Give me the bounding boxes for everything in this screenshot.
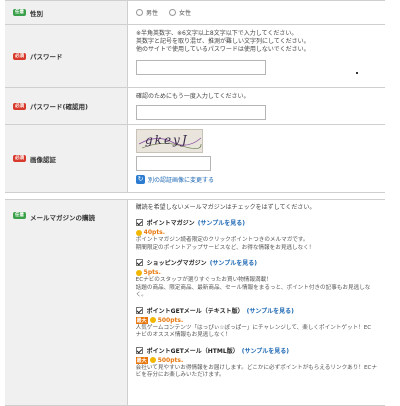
mailmag-checkbox[interactable]	[135, 219, 143, 226]
mailmag-value-cell: 購読を希望しないメールマガジンはチェックをはずしてください。 ポイントマガジン …	[128, 200, 385, 405]
password-row: 必須 パスワード ※半角英数字、※6文字以上8文字以下で入力してください。 英数…	[5, 25, 385, 88]
gender-row: 任意 性別 男性 女性	[5, 1, 385, 25]
refresh-icon[interactable]: ↻	[136, 175, 145, 184]
password-confirm-value-cell: 確認のためにもう一度入力してください。	[128, 88, 385, 124]
password-confirm-note: 確認のためにもう一度入力してください。	[136, 93, 250, 100]
sample-link[interactable]: (サンプルを見る)	[247, 306, 294, 315]
password-label-cell: 必須 パスワード	[5, 25, 128, 87]
gender-radio-male[interactable]: 男性	[136, 8, 158, 17]
stray-dot	[356, 72, 358, 74]
gender-radio-female[interactable]: 女性	[169, 8, 191, 17]
password-confirm-label-cell: 必須 パスワード(確認用)	[5, 88, 128, 124]
mailmag-item-head: ショッピングマガジン (サンプルを見る)	[135, 258, 377, 267]
captcha-image: gkeyJ	[136, 129, 203, 153]
coin-icon	[149, 317, 156, 323]
password-value-cell: ※半角英数字、※6文字以上8文字以下で入力してください。 英数字と記号を取り混ぜ…	[128, 25, 385, 87]
coin-icon	[149, 357, 156, 363]
max-badge: 最大	[135, 356, 148, 364]
password-note: ※半角英数字、※6文字以上8文字以下で入力してください。	[136, 30, 298, 37]
mailmag-item-title: ポイントマガジン	[146, 220, 195, 227]
points-value: 500pts.	[157, 356, 184, 364]
password-note: 英数字と記号を取り混ぜ、推測が難しい文字列にしてください。	[136, 38, 310, 45]
mailmag-item-head: ポイントマガジン (サンプルを見る)	[135, 218, 377, 227]
mailmag-item-desc: 期間限定のポイントアップサービスなど、お得な情報をお見逃しなく！	[135, 244, 315, 251]
optional-badge: 任意	[13, 212, 26, 219]
mailmag-item-title: ポイントGETメール（HTML版）	[146, 347, 239, 355]
mailmag-item-desc: 人気ゲームコンテンツ「はっぴぃ☆ぽっぱー」にチャレンジして、楽しくポイントゲット…	[135, 324, 372, 331]
mailmag-label-cell: 任意 メールマガジンの購読	[5, 200, 128, 405]
points-value: 500pts.	[157, 316, 184, 324]
optional-badge: 任意	[13, 9, 26, 16]
mailmag-item-desc: 会社いて見やすいお得情報をお届けします。どこかに必ずポイントがもらえるリンクあり…	[135, 364, 377, 371]
captcha-value-cell: gkeyJ ↻ 別の認証画像に変更する	[128, 125, 385, 192]
points-value: 5pts.	[143, 269, 161, 276]
points-value: 40pts.	[143, 229, 166, 236]
mailmag-item-desc: ナビのオススメ情報もお見逃しなく！	[135, 332, 231, 338]
mailmag-item: ポイントマガジン (サンプルを見る) 40pts. ポイントマガジン読者限定のク…	[135, 218, 377, 252]
mailmag-item-title: ショッピングマガジン	[146, 260, 207, 267]
coin-icon	[135, 229, 142, 236]
mailmag-item-desc: 話題の商品、限定商品、最新商品、セール情報をまるっと、ポイント付きの記事もお見逃…	[135, 284, 371, 291]
gender-label-cell: 任意 性別	[5, 1, 128, 24]
captcha-label: 画像認証	[30, 155, 56, 164]
mailmag-item-desc: ECナビのスタッフが選りすぐったお買い物情報満載！	[135, 277, 272, 283]
mailmag-checkbox[interactable]	[135, 346, 143, 354]
password-input[interactable]	[136, 60, 266, 75]
password-label: パスワード	[30, 53, 63, 61]
mailmag-row: 任意 メールマガジンの購読 購読を希望しないメールマガジンはチェックをはずしてく…	[5, 199, 385, 406]
captcha-row: 必須 画像認証 gkeyJ ↻ 別の認証画像に変更する	[5, 125, 385, 193]
points-line: 最大 500pts.	[135, 316, 377, 324]
points-line: 40pts.	[135, 229, 377, 236]
mailmag-item-head: ポイントGETメール（テキスト版） (サンプルを見る)	[135, 306, 377, 315]
mailmag-note: 購読を希望しないメールマガジンはチェックをはずしてください。	[135, 204, 316, 211]
captcha-refresh-label[interactable]: 別の認証画像に変更する	[148, 175, 214, 184]
mailmag-item: ショッピングマガジン (サンプルを見る) 5pts. ECナビのスタッフが選りす…	[135, 258, 377, 300]
captcha-text: gkeyJ	[145, 133, 189, 147]
mailmag-item-desc: ポイントマガジン読者限定のクリックポイントつきのメルマガです。	[135, 237, 309, 243]
radio-circle-icon[interactable]	[136, 9, 143, 16]
mailmag-item: ポイントGETメール（HTML版） (サンプルを見る) 最大 500pts. 会社…	[135, 346, 377, 380]
gender-label: 性別	[30, 9, 43, 18]
sample-link[interactable]: (サンプルを見る)	[210, 258, 257, 267]
required-badge: 必須	[13, 155, 26, 162]
max-badge: 最大	[135, 316, 148, 324]
mailmag-checkbox[interactable]	[135, 306, 143, 314]
captcha-label-cell: 必須 画像認証	[5, 125, 128, 192]
registration-form: 任意 性別 男性 女性 必須 パスワード ※半角英数字、※6文字以上8文字以下で…	[5, 0, 385, 406]
mailmag-item: ポイントGETメール（テキスト版） (サンプルを見る) 最大 500pts. 人気…	[135, 306, 377, 340]
gender-value-cell: 男性 女性	[128, 1, 385, 24]
password-confirm-row: 必須 パスワード(確認用) 確認のためにもう一度入力してください。	[5, 88, 385, 125]
points-line: 5pts.	[135, 269, 377, 276]
required-badge: 必須	[13, 52, 26, 60]
radio-label-female: 女性	[179, 10, 192, 17]
mailmag-label: メールマガジンの購読	[30, 214, 95, 222]
mailmag-item-desc: ビを存分にお楽しみいただけます。	[135, 372, 225, 378]
sample-link[interactable]: (サンプルを見る)	[198, 218, 245, 227]
mailmag-item-head: ポイントGETメール（HTML版） (サンプルを見る)	[135, 346, 377, 355]
coin-icon	[135, 269, 142, 276]
radio-circle-icon[interactable]	[169, 9, 177, 16]
mailmag-checkbox[interactable]	[135, 259, 143, 266]
required-badge: 必須	[13, 102, 26, 110]
password-confirm-label: パスワード(確認用)	[30, 103, 88, 111]
captcha-input[interactable]	[136, 156, 211, 171]
password-note: 他のサイトで使用しているパスワードは使用しないでください。	[136, 46, 310, 53]
mailmag-item-desc: く。	[135, 292, 147, 298]
captcha-refresh-link[interactable]: ↻ 別の認証画像に変更する	[136, 175, 377, 184]
points-line: 最大 500pts.	[135, 356, 377, 364]
radio-label-male: 男性	[146, 10, 159, 17]
sample-link[interactable]: (サンプルを見る)	[242, 346, 289, 355]
mailmag-item-title: ポイントGETメール（テキスト版）	[146, 307, 244, 315]
password-confirm-input[interactable]	[136, 105, 266, 120]
